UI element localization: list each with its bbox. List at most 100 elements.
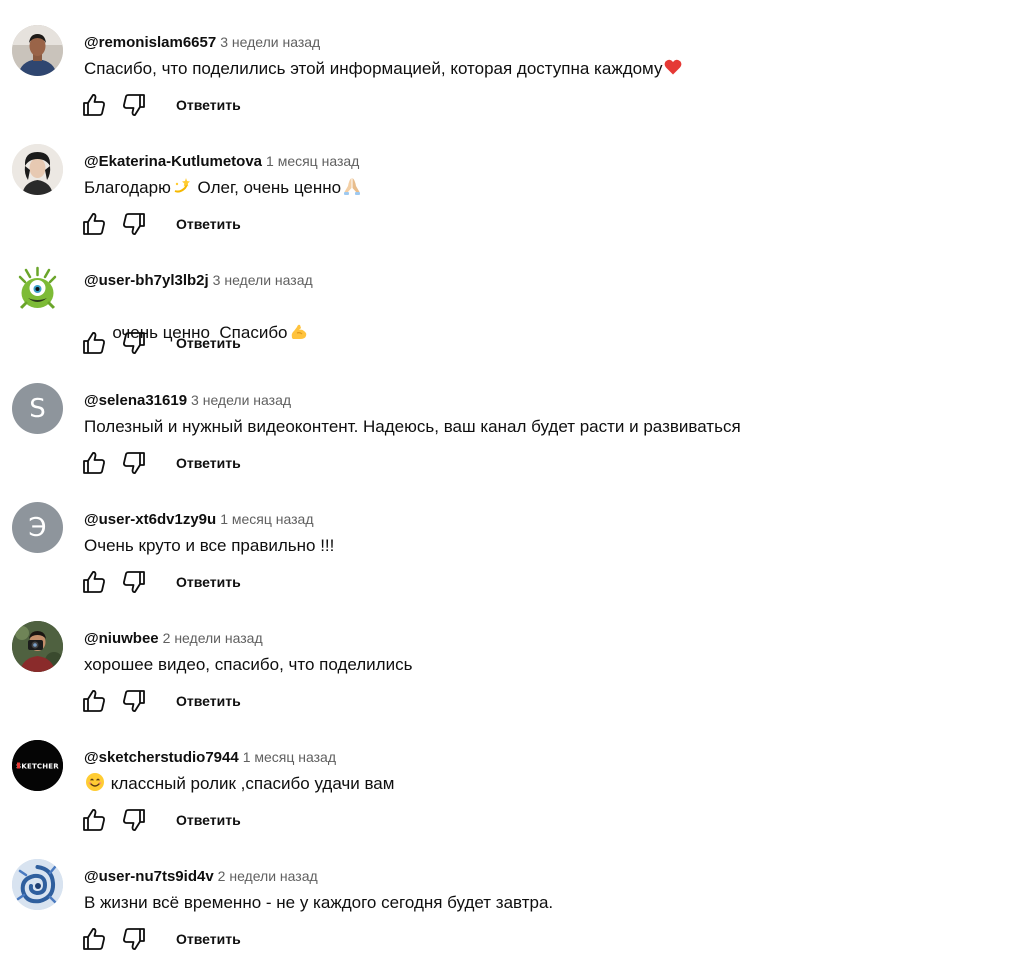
dislike-button[interactable] xyxy=(120,925,148,953)
comment-time[interactable]: 3 недели назад xyxy=(220,34,320,50)
comment-meta: @Ekaterina-Kutlumetova 1 месяц назад xyxy=(84,150,359,172)
comment-time[interactable]: 3 недели назад xyxy=(191,392,291,408)
comment-item: S @selena31619 3 недели назад Полезный и … xyxy=(0,383,1024,502)
thumbs-down-icon xyxy=(123,94,145,116)
thumbs-up-icon xyxy=(83,809,105,831)
thumbs-down-icon xyxy=(123,571,145,593)
dislike-button[interactable] xyxy=(120,568,148,596)
dislike-button[interactable] xyxy=(120,210,148,238)
comment-item: @remonislam6657 3 недели назад Спасибо, ч… xyxy=(0,25,1024,144)
thumbs-up-icon xyxy=(83,213,105,235)
comment-actions: Ответить xyxy=(80,89,241,121)
comment-time[interactable]: 2 недели назад xyxy=(163,630,263,646)
comment-author[interactable]: @remonislam6657 xyxy=(84,34,216,51)
like-button[interactable] xyxy=(80,687,108,715)
comment-author[interactable]: @user-xt6dv1zy9u xyxy=(84,511,216,528)
like-button[interactable] xyxy=(80,329,108,357)
avatar[interactable] xyxy=(12,144,63,195)
avatar[interactable]: S xyxy=(12,383,63,434)
reply-button[interactable]: Ответить xyxy=(176,451,241,475)
green-monster-icon xyxy=(12,263,63,314)
comment-item: @Ekaterina-Kutlumetova 1 месяц назад Благ… xyxy=(0,144,1024,263)
comment-item: @user-bh7yl3lb2j 3 недели назад очень цен… xyxy=(0,263,1024,382)
like-button[interactable] xyxy=(80,210,108,238)
like-button[interactable] xyxy=(80,449,108,477)
comment-text: Благодарю Олег, очень ценно xyxy=(84,175,363,201)
flexed-biceps-icon xyxy=(289,321,309,341)
comment-text: хорошее видео, спасибо, что поделились xyxy=(84,652,412,678)
comment-meta: @remonislam6657 3 недели назад xyxy=(84,31,320,53)
reply-button[interactable]: Ответить xyxy=(176,808,241,832)
thumbs-up-icon xyxy=(83,690,105,712)
reply-button[interactable]: Ответить xyxy=(176,689,241,713)
avatar[interactable] xyxy=(12,263,63,314)
comment-author[interactable]: @niuwbee xyxy=(84,630,159,647)
comment-text-content: Спасибо, что поделились этой информацией… xyxy=(84,59,663,78)
like-button[interactable] xyxy=(80,806,108,834)
reply-button[interactable]: Ответить xyxy=(176,570,241,594)
sketcher-logo: SKETCHER xyxy=(12,740,63,791)
comment-meta: @user-bh7yl3lb2j 3 недели назад xyxy=(84,269,313,291)
thumbs-up-icon xyxy=(83,928,105,950)
avatar[interactable] xyxy=(12,25,63,76)
dislike-button[interactable] xyxy=(120,91,148,119)
comment-text-content: хорошее видео, спасибо, что поделились xyxy=(84,655,413,674)
comment-text-content: В жизни всё временно - не у каждого сего… xyxy=(84,893,554,912)
comment-meta: @niuwbee 2 недели назад xyxy=(84,627,263,649)
reply-button[interactable]: Ответить xyxy=(176,93,241,117)
comment-meta: @user-xt6dv1zy9u 1 месяц назад xyxy=(84,508,314,530)
comment-text-content: Полезный и нужный видеоконтент. Надеюсь,… xyxy=(84,417,741,436)
comment-item: @niuwbee 2 недели назад хорошее видео, сп… xyxy=(0,621,1024,740)
comment-author[interactable]: @user-nu7ts9id4v xyxy=(84,868,214,885)
blue-swirl-icon xyxy=(12,859,63,910)
comment-actions: Ответить xyxy=(80,804,241,836)
thumbs-down-icon xyxy=(123,213,145,235)
comment-time[interactable]: 2 недели назад xyxy=(218,868,318,884)
thumbs-down-icon xyxy=(123,928,145,950)
comment-time[interactable]: 1 месяц назад xyxy=(220,511,313,527)
thumbs-down-icon xyxy=(123,332,145,354)
avatar[interactable]: Э xyxy=(12,502,63,553)
reply-button[interactable]: Ответить xyxy=(176,212,241,236)
comment-time[interactable]: 1 месяц назад xyxy=(243,749,336,765)
dislike-button[interactable] xyxy=(120,329,148,357)
comment-actions: Ответить xyxy=(80,566,241,598)
comment-author[interactable]: @user-bh7yl3lb2j xyxy=(84,272,209,289)
avatar[interactable] xyxy=(12,859,63,910)
smiling-face-icon xyxy=(85,772,105,792)
thumbs-up-icon xyxy=(83,452,105,474)
comment-actions: Ответить xyxy=(80,208,241,240)
like-button[interactable] xyxy=(80,925,108,953)
dislike-button[interactable] xyxy=(120,806,148,834)
avatar[interactable] xyxy=(12,621,63,672)
dislike-button[interactable] xyxy=(120,687,148,715)
comment-time[interactable]: 1 месяц назад xyxy=(266,153,359,169)
comment-text-part: Олег, очень ценно xyxy=(192,178,342,197)
thumbs-down-icon xyxy=(123,809,145,831)
comment-time[interactable]: 3 недели назад xyxy=(213,272,313,288)
comment-text-content: Очень круто и все правильно !!! xyxy=(84,536,335,555)
reply-button[interactable]: Ответить xyxy=(176,927,241,951)
comment-item: Э @user-xt6dv1zy9u 1 месяц назад Очень кр… xyxy=(0,502,1024,621)
comment-author[interactable]: @sketcherstudio7944 xyxy=(84,749,239,766)
comment-author[interactable]: @Ekaterina-Kutlumetova xyxy=(84,153,262,170)
reply-button[interactable]: Ответить xyxy=(176,331,241,355)
comments-section: @remonislam6657 3 недели назад Спасибо, ч… xyxy=(0,0,1024,959)
dislike-button[interactable] xyxy=(120,449,148,477)
like-button[interactable] xyxy=(80,91,108,119)
comment-text: В жизни всё временно - не у каждого сего… xyxy=(84,890,553,916)
person-photo-icon xyxy=(12,25,63,76)
red-heart-icon xyxy=(663,57,683,77)
avatar[interactable]: SKETCHER xyxy=(12,740,63,791)
like-button[interactable] xyxy=(80,568,108,596)
comment-meta: @sketcherstudio7944 1 месяц назад xyxy=(84,746,336,768)
folded-hands-icon xyxy=(342,176,362,196)
comment-text-content: классный ролик ,спасибо удачи вам xyxy=(106,774,395,793)
comment-author[interactable]: @selena31619 xyxy=(84,392,187,409)
comment-text: классный ролик ,спасибо удачи вам xyxy=(84,771,394,797)
thumbs-down-icon xyxy=(123,452,145,474)
comment-text: Полезный и нужный видеоконтент. Надеюсь,… xyxy=(84,414,741,440)
comment-actions: Ответить xyxy=(80,685,241,717)
comment-item: @user-nu7ts9id4v 2 недели назад В жизни в… xyxy=(0,859,1024,978)
comment-actions: Ответить xyxy=(80,923,241,955)
